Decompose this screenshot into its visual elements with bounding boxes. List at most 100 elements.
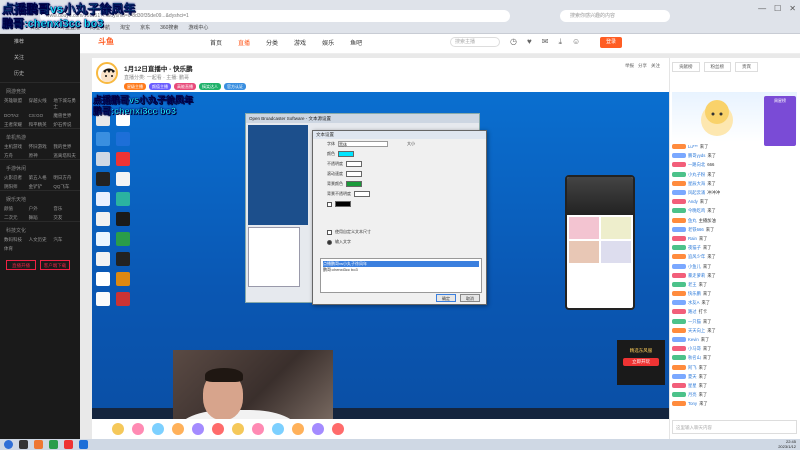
text-color-swatch[interactable] [338, 151, 354, 157]
text-icon[interactable] [96, 232, 110, 246]
gift-icon[interactable] [112, 423, 124, 435]
chat-username[interactable]: 小丸子粉 [688, 170, 705, 179]
gift-icon[interactable] [172, 423, 184, 435]
chat-username[interactable]: 鱼丸 [688, 216, 697, 225]
sidebar-item[interactable]: 关注 [0, 50, 80, 66]
sidebar-category[interactable]: 人文历史 [29, 237, 52, 243]
history-icon[interactable]: ◷ [510, 37, 517, 47]
sheet-icon[interactable] [96, 252, 110, 266]
chat-username[interactable]: 小鱼儿 [688, 262, 701, 271]
bookmark-item[interactable]: 游戏中心 [188, 22, 208, 34]
chat-username[interactable]: 老铁666 [688, 225, 704, 234]
chat-username[interactable]: 暴走萝莉 [688, 271, 705, 280]
gift-icon[interactable] [292, 423, 304, 435]
sidebar-category[interactable]: CS:GO [29, 113, 52, 119]
chat-username[interactable]: 夏天 [688, 372, 697, 381]
font-select[interactable]: 黑体 [338, 141, 388, 147]
sidebar-category[interactable]: 王者荣耀 [4, 122, 27, 128]
maximize-icon[interactable]: ☐ [774, 4, 781, 13]
gift-icon[interactable] [272, 423, 284, 435]
nav-item[interactable]: 直播 [238, 38, 250, 47]
chat-input[interactable]: 这里输入聊天内容 [672, 420, 797, 434]
media-icon[interactable] [116, 212, 130, 226]
tool-icon[interactable] [116, 292, 130, 306]
ie-icon[interactable] [116, 132, 130, 146]
nav-item[interactable]: 鱼吧 [350, 38, 362, 47]
sidebar-category[interactable]: 魔兽世界 [53, 113, 76, 119]
gift-icon[interactable] [252, 423, 264, 435]
folder-icon[interactable] [96, 192, 110, 206]
user-icon[interactable]: ☺ [572, 37, 580, 47]
sidebar-category[interactable]: 户外 [29, 206, 52, 212]
player-icon[interactable] [116, 252, 130, 266]
chat-username[interactable]: 老王 [688, 280, 697, 289]
chat-username[interactable]: Tony [688, 399, 697, 408]
nav-item[interactable]: 首页 [210, 38, 222, 47]
sidebar-category[interactable]: 原神 [29, 153, 52, 159]
game-icon[interactable] [116, 272, 130, 286]
scroll-input[interactable] [346, 171, 362, 177]
sidebar-category[interactable]: 英雄联盟 [4, 98, 27, 110]
sidebar-category[interactable]: 阴阳师 [4, 184, 27, 190]
sidebar-category[interactable]: 金铲铲 [29, 184, 52, 190]
cancel-button[interactable]: 取消 [460, 294, 480, 302]
bg-opacity-input[interactable] [354, 191, 370, 197]
gift-icon[interactable] [232, 423, 244, 435]
nav-item[interactable]: 分类 [266, 38, 278, 47]
chat-username[interactable]: Rain [688, 234, 697, 243]
sidebar-item[interactable]: 推荐 [0, 34, 80, 50]
chat-username[interactable]: Kevin [688, 335, 699, 344]
sidebar-category[interactable]: 和平精英 [29, 122, 52, 128]
sidebar-category[interactable]: 舞蹈 [29, 215, 52, 221]
rank-tab[interactable]: 贡献榜 [672, 62, 700, 72]
browser-search-input[interactable]: 搜索你感兴趣的内容 [560, 10, 670, 22]
chat-username[interactable]: 水友A [688, 298, 699, 307]
streamer-avatar[interactable] [96, 62, 118, 84]
chat-username[interactable]: 星辰大海 [688, 179, 705, 188]
shortcut-icon[interactable] [96, 292, 110, 306]
dialog-text-area[interactable]: 点播鹏哥vs小丸子徐凤年 鹏哥:chenxi3cc bo3 [320, 258, 482, 293]
qq-icon[interactable] [96, 172, 110, 186]
obs-scene-list[interactable] [248, 227, 300, 287]
chat-username[interactable]: 今晚吃鸡 [688, 206, 705, 215]
sidebar-bottom-button[interactable]: 客户端下载 [40, 260, 70, 270]
sidebar-category[interactable]: 炉石传说 [53, 122, 76, 128]
sidebar-category[interactable]: 逃离塔科夫 [53, 153, 76, 159]
login-button[interactable]: 登录 [600, 37, 622, 48]
chat-username[interactable]: 快乐鹏 [688, 289, 701, 298]
opacity-input[interactable] [346, 161, 362, 167]
gift-icon[interactable] [212, 423, 224, 435]
rank-tab[interactable]: 贵宾 [735, 62, 758, 72]
sidebar-category[interactable]: 主机游戏 [4, 144, 27, 150]
chat-username[interactable]: 阿飞 [688, 363, 697, 372]
chat-username[interactable]: 夜猫子 [688, 243, 701, 252]
room-action-button[interactable]: 关注 [651, 63, 660, 69]
chat-username[interactable]: 路过 [688, 307, 697, 316]
rank-tab[interactable]: 粉丝榜 [703, 62, 731, 72]
custom-size-checkbox[interactable] [327, 229, 332, 235]
nav-item[interactable]: 游戏 [294, 38, 306, 47]
gift-icon[interactable] [332, 423, 344, 435]
chat-username[interactable]: 天天向上 [688, 326, 705, 335]
sidebar-category[interactable]: 二次元 [4, 215, 27, 221]
taskbar-app-icon[interactable] [64, 440, 73, 449]
chat-username[interactable]: 风起云涌 [688, 188, 705, 197]
file-icon[interactable] [116, 172, 130, 186]
chat-username[interactable]: 月亮 [688, 390, 697, 399]
chat-username[interactable]: 秋名山 [688, 353, 701, 362]
sidebar-category[interactable]: 交友 [53, 215, 76, 221]
sidebar-category[interactable]: 颜值 [4, 206, 27, 212]
sidebar-category[interactable]: 第五人格 [29, 175, 52, 181]
taskbar-app-icon[interactable] [49, 440, 58, 449]
sidebar-category[interactable]: DOTA2 [4, 113, 27, 119]
bookmark-item[interactable]: 淘宝 [120, 22, 130, 34]
recycle-bin-icon[interactable] [96, 152, 110, 166]
taskbar-app-icon[interactable] [34, 440, 43, 449]
start-icon[interactable] [4, 440, 13, 449]
bookmark-item[interactable]: 京东 [140, 22, 150, 34]
sidebar-category[interactable]: 数码科技 [4, 237, 27, 243]
site-search-input[interactable]: 搜索主播 [450, 37, 500, 47]
network-icon[interactable] [96, 132, 110, 146]
taskbar-app-icon[interactable] [79, 440, 88, 449]
doc-icon[interactable] [96, 212, 110, 226]
